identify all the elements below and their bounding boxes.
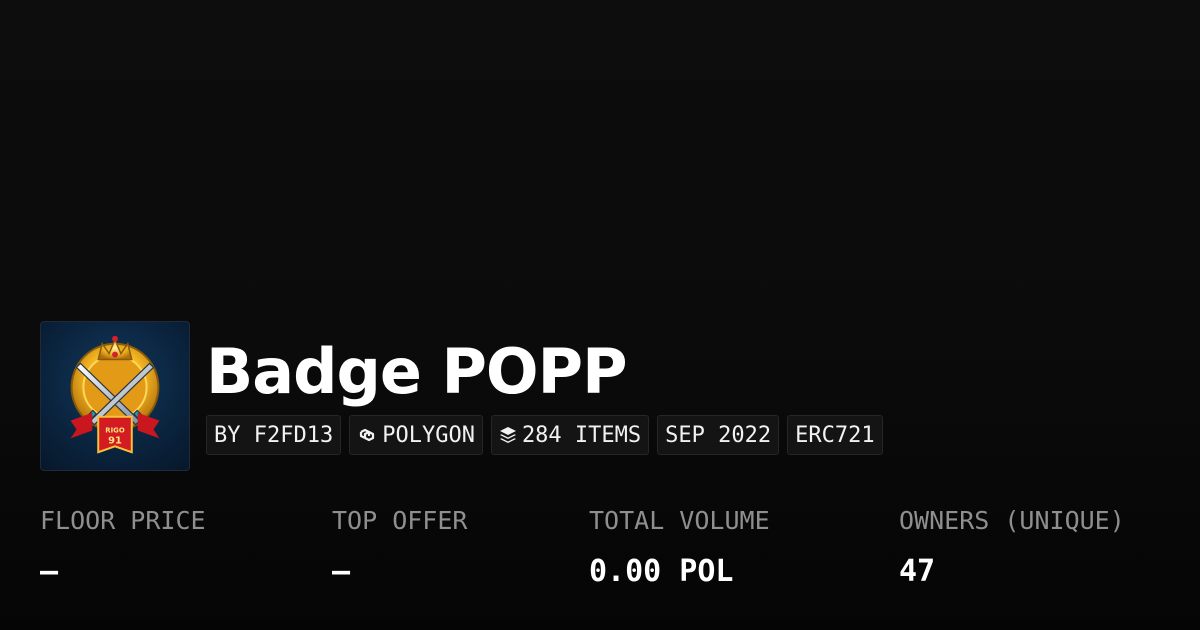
items-label: 284 ITEMS xyxy=(521,422,642,448)
avatar-badge-text: RIGO xyxy=(105,427,125,435)
stat-total-volume-value: 0.00 POL xyxy=(589,554,734,589)
stat-floor-price-value: — xyxy=(40,554,59,589)
badge-crossed-swords-icon: RIGO 91 xyxy=(70,335,160,454)
date-label: SEP 2022 xyxy=(665,422,772,448)
collection-title: Badge POPP xyxy=(206,335,628,408)
stat-top-offer-label: TOP OFFER xyxy=(332,506,468,535)
stat-owners-label: OWNERS (UNIQUE) xyxy=(899,506,1125,535)
creator-tag[interactable]: BY F2FD13 xyxy=(206,415,342,455)
chain-tag[interactable]: POLYGON xyxy=(349,415,483,455)
stat-floor-price: FLOOR PRICE — xyxy=(40,504,206,590)
date-tag: SEP 2022 xyxy=(657,415,780,455)
stat-owners: OWNERS (UNIQUE) 47 xyxy=(899,504,1125,590)
stat-total-volume-label: TOTAL VOLUME xyxy=(589,506,770,535)
collection-tags: BY F2FD13 POLYGON 284 ITEMS SEP 2022 ERC… xyxy=(206,415,883,455)
layers-stack-icon xyxy=(499,426,517,444)
standard-tag: ERC721 xyxy=(787,415,883,455)
stat-total-volume: TOTAL VOLUME 0.00 POL xyxy=(589,504,770,590)
stat-top-offer-value: — xyxy=(332,554,351,589)
chain-label: POLYGON xyxy=(382,422,475,448)
standard-label: ERC721 xyxy=(795,422,875,448)
stat-floor-price-label: FLOOR PRICE xyxy=(40,506,206,535)
creator-label: BY F2FD13 xyxy=(214,422,334,448)
collection-avatar: RIGO 91 xyxy=(40,321,190,471)
stat-top-offer: TOP OFFER — xyxy=(332,504,467,590)
polygon-link-icon xyxy=(357,426,377,444)
stat-owners-value: 47 xyxy=(899,554,936,589)
avatar-badge-number: 91 xyxy=(108,435,122,446)
items-tag[interactable]: 284 ITEMS xyxy=(490,415,650,455)
